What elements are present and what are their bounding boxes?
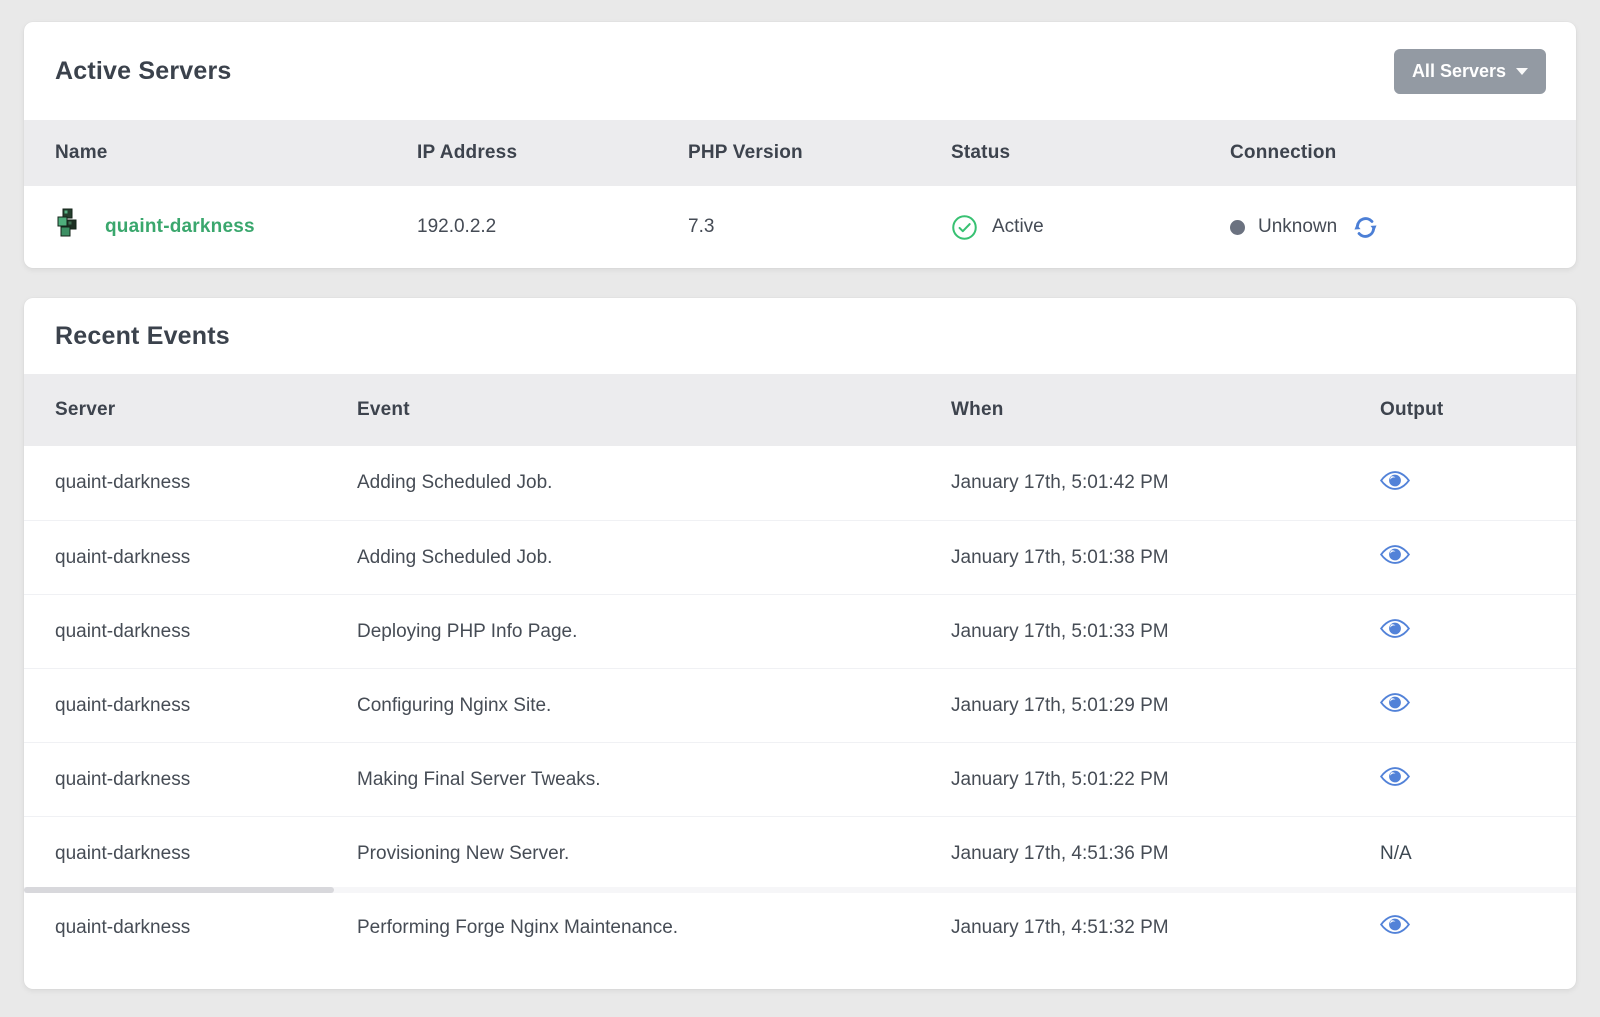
eye-icon [1380, 766, 1410, 787]
eye-icon [1380, 618, 1410, 639]
server-provider-cubes-icon [55, 208, 79, 246]
event-table-row: quaint-darkness Deploying PHP Info Page.… [24, 594, 1576, 668]
event-server-name: quaint-darkness [55, 917, 357, 939]
event-timestamp: January 17th, 5:01:38 PM [951, 547, 1380, 569]
column-header-when: When [951, 399, 1380, 421]
active-servers-card: Active Servers All Servers Name IP Addre… [24, 22, 1576, 268]
column-header-status: Status [951, 142, 1230, 164]
event-server-name: quaint-darkness [55, 472, 357, 494]
eye-icon [1380, 692, 1410, 713]
view-output-button[interactable] [1380, 544, 1410, 565]
refresh-connection-button[interactable] [1352, 214, 1379, 241]
event-server-name: quaint-darkness [55, 621, 357, 643]
event-timestamp: January 17th, 4:51:36 PM [951, 843, 1380, 865]
refresh-icon [1352, 214, 1379, 241]
event-description: Performing Forge Nginx Maintenance. [357, 917, 951, 939]
event-table-row: quaint-darkness Adding Scheduled Job. Ja… [24, 520, 1576, 594]
view-output-button[interactable] [1380, 618, 1410, 639]
server-connection-label: Unknown [1258, 216, 1337, 238]
event-timestamp: January 17th, 5:01:29 PM [951, 695, 1380, 717]
server-table-row: quaint-darkness 192.0.2.2 7.3 Active Unk… [24, 186, 1576, 268]
column-header-server: Server [55, 399, 357, 421]
event-table-row: quaint-darkness Configuring Nginx Site. … [24, 668, 1576, 742]
eye-icon [1380, 470, 1410, 491]
event-timestamp: January 17th, 5:01:33 PM [951, 621, 1380, 643]
check-circle-icon [951, 214, 978, 241]
server-ip-address: 192.0.2.2 [417, 216, 688, 238]
event-server-name: quaint-darkness [55, 843, 357, 865]
column-header-name: Name [55, 142, 417, 164]
view-output-button[interactable] [1380, 692, 1410, 713]
event-timestamp: January 17th, 5:01:22 PM [951, 769, 1380, 791]
event-description: Adding Scheduled Job. [357, 472, 951, 494]
event-table-row: quaint-darkness Provisioning New Server.… [24, 816, 1576, 890]
event-table-row: quaint-darkness Making Final Server Twea… [24, 742, 1576, 816]
event-server-name: quaint-darkness [55, 547, 357, 569]
connection-status-dot-icon [1230, 220, 1245, 235]
event-description: Deploying PHP Info Page. [357, 621, 951, 643]
scrollbar-thumb[interactable] [24, 887, 334, 893]
event-server-name: quaint-darkness [55, 769, 357, 791]
event-description: Adding Scheduled Job. [357, 547, 951, 569]
all-servers-dropdown-label: All Servers [1412, 61, 1506, 82]
event-description: Configuring Nginx Site. [357, 695, 951, 717]
eye-icon [1380, 914, 1410, 935]
event-timestamp: January 17th, 4:51:32 PM [951, 917, 1380, 939]
view-output-button[interactable] [1380, 766, 1410, 787]
servers-table-header: Name IP Address PHP Version Status Conne… [24, 120, 1576, 186]
server-status-label: Active [992, 216, 1044, 238]
event-server-name: quaint-darkness [55, 695, 357, 717]
event-table-row: quaint-darkness Performing Forge Nginx M… [24, 890, 1576, 964]
column-header-php: PHP Version [688, 142, 951, 164]
event-table-row: quaint-darkness Adding Scheduled Job. Ja… [24, 446, 1576, 520]
active-servers-title: Active Servers [55, 57, 232, 86]
column-header-ip: IP Address [417, 142, 688, 164]
column-header-event: Event [357, 399, 951, 421]
events-table-body: quaint-darkness Adding Scheduled Job. Ja… [24, 446, 1576, 989]
recent-events-card: Recent Events Server Event When Output q… [24, 298, 1576, 989]
chevron-down-icon [1516, 68, 1528, 75]
view-output-button[interactable] [1380, 470, 1410, 491]
event-description: Provisioning New Server. [357, 843, 951, 865]
server-php-version: 7.3 [688, 216, 951, 238]
output-na-text: N/A [1380, 843, 1412, 864]
recent-events-title: Recent Events [55, 322, 230, 351]
column-header-connection: Connection [1230, 142, 1556, 164]
view-output-button[interactable] [1380, 914, 1410, 935]
event-timestamp: January 17th, 5:01:42 PM [951, 472, 1380, 494]
event-description: Making Final Server Tweaks. [357, 769, 951, 791]
server-name-link[interactable]: quaint-darkness [105, 216, 255, 238]
eye-icon [1380, 544, 1410, 565]
horizontal-scrollbar[interactable] [24, 887, 1576, 893]
all-servers-dropdown-button[interactable]: All Servers [1394, 49, 1546, 94]
column-header-output: Output [1380, 399, 1556, 421]
events-table-header: Server Event When Output [24, 374, 1576, 446]
